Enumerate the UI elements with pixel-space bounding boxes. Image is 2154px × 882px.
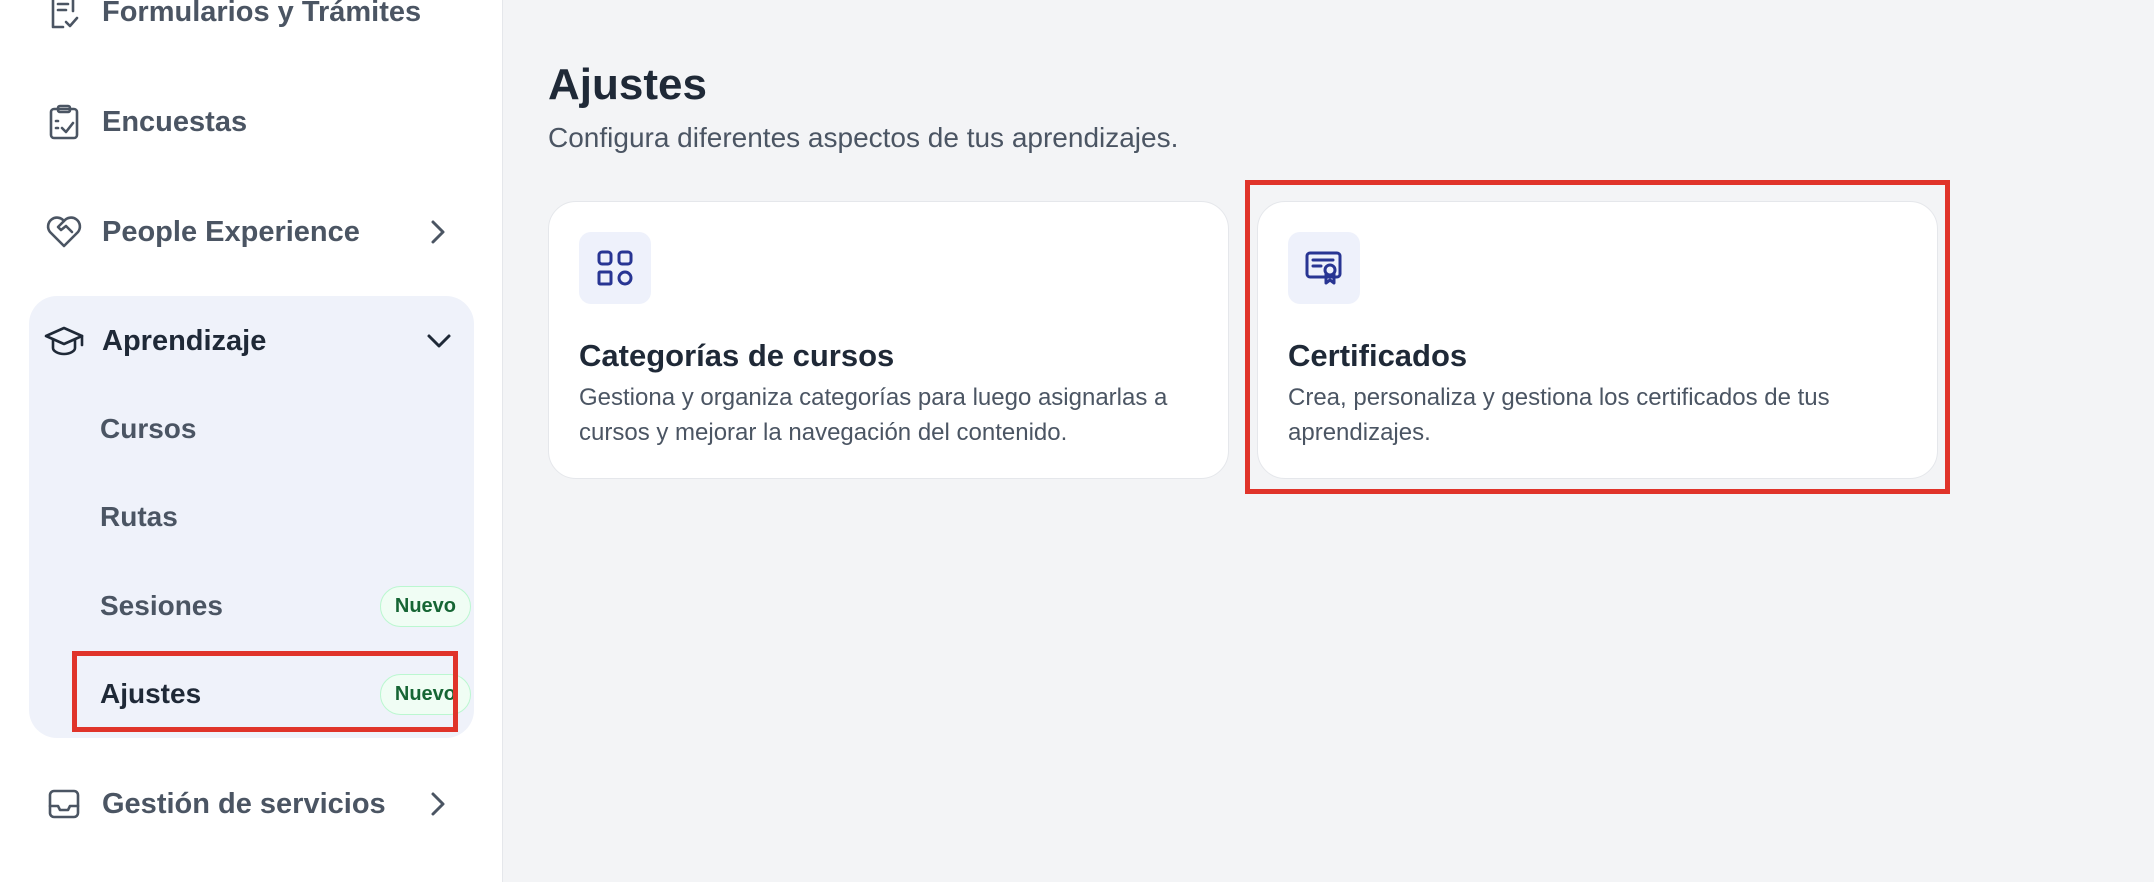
sidebar-item-label: Encuestas xyxy=(102,105,248,138)
sidebar-item-label: People Experience xyxy=(102,215,360,248)
card-title: Categorías de cursos xyxy=(579,338,895,373)
page-title: Ajustes xyxy=(548,60,707,109)
sidebar-item-label: Aprendizaje xyxy=(102,324,267,357)
highlight-box xyxy=(72,651,458,732)
graduation-cap-icon xyxy=(44,321,84,361)
chevron-right-icon xyxy=(418,212,458,252)
sidebar-item-label: Gestión de servicios xyxy=(102,787,386,820)
new-badge: Nuevo xyxy=(379,585,471,627)
clipboard-check-icon xyxy=(44,102,84,142)
inbox-icon xyxy=(44,784,84,824)
sidebar-item-aprendizaje[interactable]: Aprendizaje xyxy=(44,313,459,369)
sidebar-item-formularios[interactable]: Formularios y Trámites xyxy=(44,0,458,40)
sidebar-item-label: Rutas xyxy=(100,501,178,532)
card-description: Gestiona y organiza categorías para lueg… xyxy=(579,384,1168,446)
sidebar-item-people-experience[interactable]: People Experience xyxy=(44,204,458,260)
sidebar-item-label: Formularios y Trámites xyxy=(102,0,422,28)
categories-icon xyxy=(579,232,651,304)
highlight-box xyxy=(1245,180,1950,494)
sidebar-item-label: Sesiones xyxy=(100,590,223,621)
form-checklist-icon xyxy=(44,0,84,32)
chevron-down-icon xyxy=(419,321,459,361)
card-categorias-cursos[interactable]: Categorías de cursos Gestiona y organiza… xyxy=(548,201,1229,479)
chevron-right-icon xyxy=(418,784,458,824)
heart-handshake-icon xyxy=(44,212,84,252)
sidebar-item-encuestas[interactable]: Encuestas xyxy=(44,94,458,150)
sidebar: Formularios y Trámites Encuestas People … xyxy=(0,0,503,882)
sidebar-item-label: Cursos xyxy=(100,413,197,444)
sidebar-item-gestion-servicios[interactable]: Gestión de servicios xyxy=(44,776,458,832)
sidebar-subitem-sesiones[interactable]: Sesiones Nuevo xyxy=(100,578,473,634)
sidebar-subitem-cursos[interactable]: Cursos xyxy=(100,401,473,457)
sidebar-subitem-rutas[interactable]: Rutas xyxy=(100,489,473,545)
page-subtitle: Configura diferentes aspectos de tus apr… xyxy=(548,122,1179,153)
